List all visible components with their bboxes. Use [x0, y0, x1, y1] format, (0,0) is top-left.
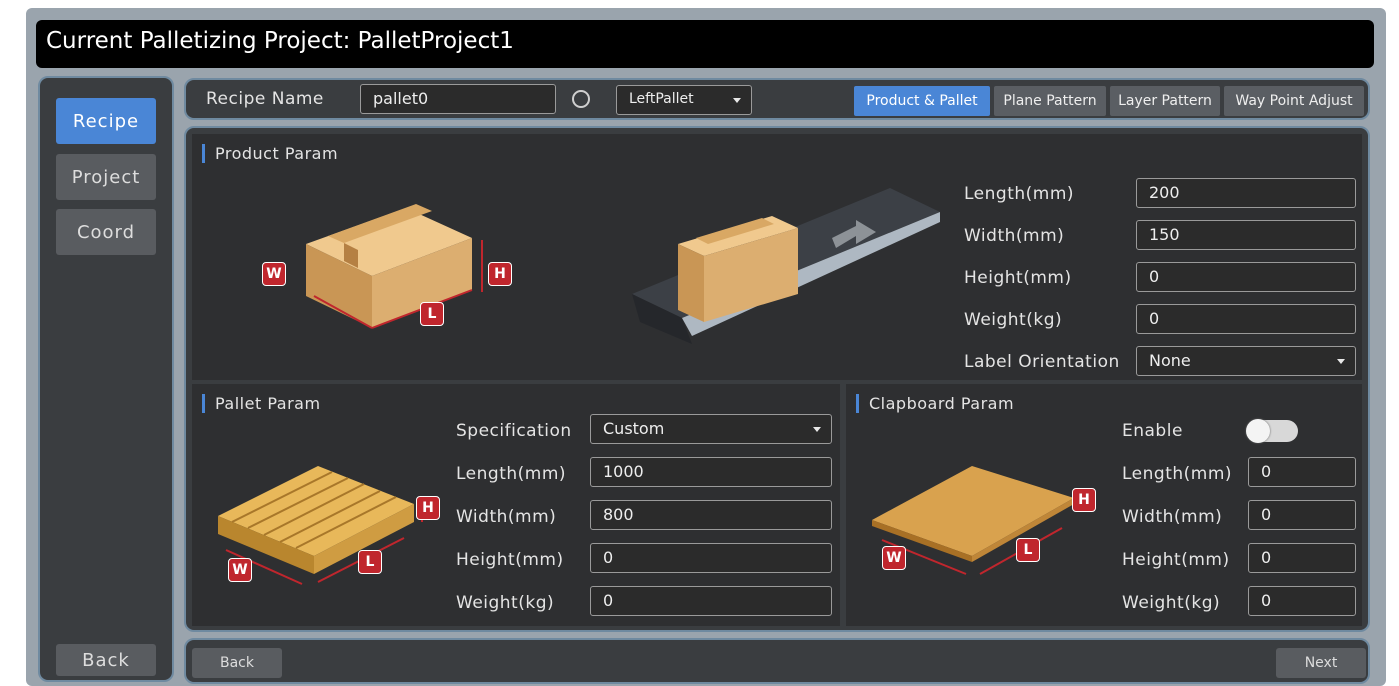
product-width-badge: W — [262, 262, 286, 286]
pallet-length-badge: L — [358, 550, 382, 574]
product-box-image — [306, 204, 483, 329]
pallet-width-input[interactable]: 800 — [590, 500, 832, 530]
pallet-side-select[interactable]: LeftPallet — [616, 85, 752, 115]
clapboard-height-input[interactable]: 0 — [1248, 543, 1356, 573]
pallet-specification-select[interactable]: Custom — [590, 414, 832, 444]
clapboard-width-input[interactable]: 0 — [1248, 500, 1356, 530]
tab-way-point-adjust[interactable]: Way Point Adjust — [1224, 86, 1364, 116]
clapboard-enable-toggle[interactable] — [1246, 419, 1298, 443]
pallet-side-select-value: LeftPallet — [629, 91, 694, 107]
product-length-input[interactable]: 200 — [1136, 178, 1356, 208]
tab-product-pallet[interactable]: Product & Pallet — [854, 86, 990, 116]
recipe-radio-button[interactable] — [572, 90, 590, 108]
sidebar-item-project[interactable]: Project — [56, 154, 156, 200]
recipe-name-input[interactable]: pallet0 — [360, 84, 556, 114]
product-height-input[interactable]: 0 — [1136, 262, 1356, 292]
product-weight-label: Weight(kg) — [964, 310, 1063, 330]
tab-layer-pattern[interactable]: Layer Pattern — [1110, 86, 1220, 116]
clapboard-length-input[interactable]: 0 — [1248, 457, 1356, 487]
label-orientation-select[interactable]: None — [1136, 346, 1356, 376]
clapboard-enable-label: Enable — [1122, 421, 1183, 441]
pallet-height-label: Height(mm) — [456, 550, 564, 570]
clapboard-length-label: Length(mm) — [1122, 464, 1233, 484]
product-param-title: Product Param — [202, 144, 338, 163]
product-width-label: Width(mm) — [964, 226, 1065, 246]
sidebar: Recipe Project Coord Back — [38, 76, 174, 682]
pallet-length-label: Length(mm) — [456, 464, 567, 484]
clapboard-weight-input[interactable]: 0 — [1248, 586, 1356, 616]
pallet-height-badge: H — [416, 496, 440, 520]
pallet-width-label: Width(mm) — [456, 507, 557, 527]
product-length-label: Length(mm) — [964, 184, 1075, 204]
tab-plane-pattern[interactable]: Plane Pattern — [994, 86, 1106, 116]
pallet-param-section: Pallet Param W H L Specification Custom … — [192, 384, 840, 626]
recipe-toolbar: Recipe Name pallet0 LeftPallet Product &… — [184, 78, 1370, 120]
pallet-specification-value: Custom — [603, 419, 665, 438]
clapboard-length-badge: L — [1016, 538, 1040, 562]
sidebar-back-button[interactable]: Back — [56, 644, 156, 676]
chevron-down-icon — [733, 98, 741, 103]
main-panel: Product Param W H L Length(mm) 200 Width… — [184, 126, 1370, 632]
clapboard-param-title: Clapboard Param — [856, 394, 1014, 413]
clapboard-width-label: Width(mm) — [1122, 507, 1223, 527]
recipe-name-label: Recipe Name — [206, 89, 324, 109]
back-button[interactable]: Back — [192, 648, 282, 678]
sidebar-item-recipe[interactable]: Recipe — [56, 98, 156, 144]
product-width-input[interactable]: 150 — [1136, 220, 1356, 250]
bottom-bar: Back Next — [184, 638, 1370, 684]
chevron-down-icon — [1337, 359, 1345, 364]
product-height-label: Height(mm) — [964, 268, 1072, 288]
pallet-length-input[interactable]: 1000 — [590, 457, 832, 487]
pallet-param-title: Pallet Param — [202, 394, 321, 413]
label-orientation-label: Label Orientation — [964, 352, 1120, 372]
clapboard-width-badge: W — [882, 546, 906, 570]
chevron-down-icon — [813, 427, 821, 432]
pallet-height-input[interactable]: 0 — [590, 543, 832, 573]
clapboard-height-label: Height(mm) — [1122, 550, 1230, 570]
pallet-specification-label: Specification — [456, 421, 572, 441]
clapboard-height-badge: H — [1072, 488, 1096, 512]
pallet-width-badge: W — [228, 558, 252, 582]
page-title: Current Palletizing Project: PalletProje… — [46, 28, 514, 54]
sidebar-item-coord[interactable]: Coord — [56, 209, 156, 255]
conveyor-image — [632, 188, 940, 344]
clapboard-weight-label: Weight(kg) — [1122, 593, 1221, 613]
product-height-badge: H — [488, 262, 512, 286]
clapboard-param-section: Clapboard Param W H L Enable Length(mm) … — [846, 384, 1362, 626]
label-orientation-value: None — [1149, 351, 1191, 370]
pallet-weight-label: Weight(kg) — [456, 593, 555, 613]
pallet-weight-input[interactable]: 0 — [590, 586, 832, 616]
next-button[interactable]: Next — [1276, 648, 1366, 678]
product-length-badge: L — [420, 302, 444, 326]
product-weight-input[interactable]: 0 — [1136, 304, 1356, 334]
product-param-section: Product Param W H L Length(mm) 200 Width… — [192, 134, 1362, 380]
title-bar: Current Palletizing Project: PalletProje… — [36, 20, 1374, 68]
